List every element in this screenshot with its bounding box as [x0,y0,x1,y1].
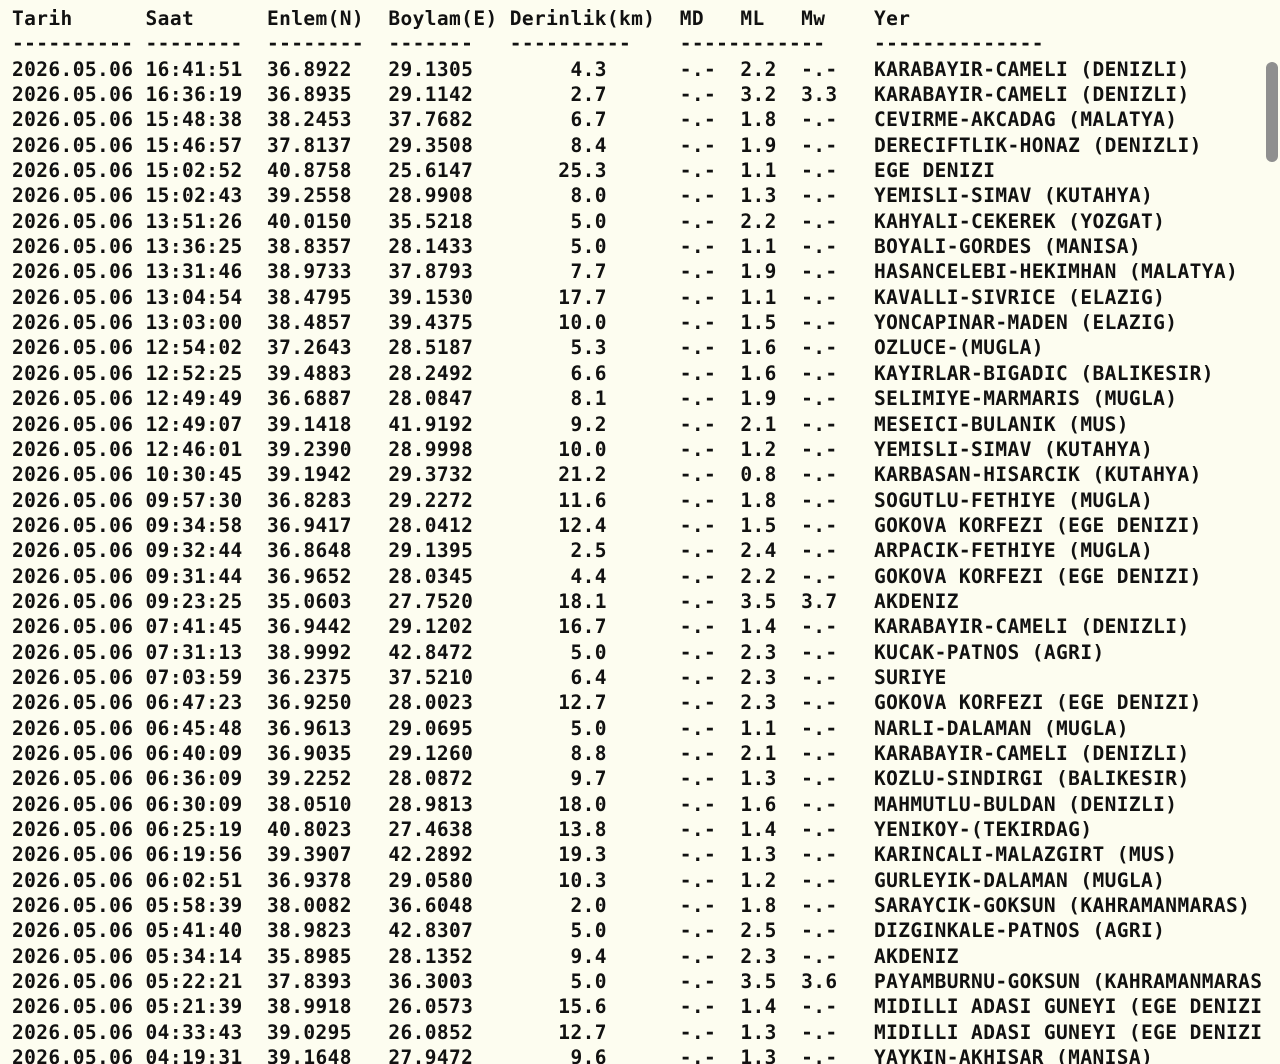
earthquake-row: 2026.05.06 12:54:02 37.2643 28.5187 5.3 … [12,336,1044,360]
earthquake-row: 2026.05.06 09:34:58 36.9417 28.0412 12.4… [12,513,1202,537]
earthquake-row: 2026.05.06 13:51:26 40.0150 35.5218 5.0 … [12,209,1166,233]
earthquake-row: 2026.05.06 15:02:43 39.2558 28.9908 8.0 … [12,184,1154,208]
vertical-scrollbar[interactable] [1262,0,1280,1064]
earthquake-row: 2026.05.06 05:21:39 38.9918 26.0573 15.6… [12,995,1262,1019]
earthquake-row: 2026.05.06 15:02:52 40.8758 25.6147 25.3… [12,159,996,183]
scrollbar-thumb[interactable] [1266,62,1278,162]
earthquake-row: 2026.05.06 15:48:38 38.2453 37.7682 6.7 … [12,108,1178,132]
earthquake-row: 2026.05.06 05:58:39 38.0082 36.6048 2.0 … [12,894,1251,918]
header-separator: ---------- -------- -------- ------- ---… [12,32,1044,56]
earthquake-row: 2026.05.06 06:45:48 36.9613 29.0695 5.0 … [12,716,1129,740]
earthquake-row: 2026.05.06 12:52:25 39.4883 28.2492 6.6 … [12,361,1214,385]
earthquake-row: 2026.05.06 05:41:40 38.9823 42.8307 5.0 … [12,919,1166,943]
earthquake-row: 2026.05.06 15:46:57 37.8137 29.3508 8.4 … [12,133,1202,157]
earthquake-row: 2026.05.06 09:32:44 36.8648 29.1395 2.5 … [12,539,1154,563]
earthquake-list-text: Tarih Saat Enlem(N) Boylam(E) Derinlik(k… [12,6,1262,1064]
earthquake-row: 2026.05.06 13:31:46 38.9733 37.8793 7.7 … [12,260,1239,284]
earthquake-row: 2026.05.06 09:57:30 36.8283 29.2272 11.6… [12,488,1154,512]
earthquake-row: 2026.05.06 13:04:54 38.4795 39.1530 17.7… [12,285,1166,309]
earthquake-row: 2026.05.06 07:41:45 36.9442 29.1202 16.7… [12,615,1190,639]
earthquake-list-page: Tarih Saat Enlem(N) Boylam(E) Derinlik(k… [0,0,1262,1064]
earthquake-row: 2026.05.06 06:36:09 39.2252 28.0872 9.7 … [12,767,1190,791]
earthquake-row: 2026.05.06 12:49:07 39.1418 41.9192 9.2 … [12,412,1129,436]
earthquake-row: 2026.05.06 06:40:09 36.9035 29.1260 8.8 … [12,741,1190,765]
earthquake-row: 2026.05.06 10:30:45 39.1942 29.3732 21.2… [12,463,1202,487]
earthquake-row: 2026.05.06 06:30:09 38.0510 28.9813 18.0… [12,792,1178,816]
earthquake-row: 2026.05.06 05:22:21 37.8393 36.3003 5.0 … [12,970,1262,994]
column-header-row: Tarih Saat Enlem(N) Boylam(E) Derinlik(k… [12,7,911,30]
earthquake-row: 2026.05.06 06:02:51 36.9378 29.0580 10.3… [12,868,1166,892]
earthquake-row: 2026.05.06 09:23:25 35.0603 27.7520 18.1… [12,589,959,613]
earthquake-row: 2026.05.06 07:03:59 36.2375 37.5210 6.4 … [12,665,947,689]
earthquake-row: 2026.05.06 13:03:00 38.4857 39.4375 10.0… [12,311,1178,335]
earthquake-row: 2026.05.06 04:33:43 39.0295 26.0852 12.7… [12,1020,1262,1044]
earthquake-row: 2026.05.06 07:31:13 38.9992 42.8472 5.0 … [12,640,1105,664]
earthquake-row: 2026.05.06 16:41:51 36.8922 29.1305 4.3 … [12,57,1190,81]
earthquake-row: 2026.05.06 12:49:49 36.6887 28.0847 8.1 … [12,387,1178,411]
earthquake-row: 2026.05.06 09:31:44 36.9652 28.0345 4.4 … [12,564,1202,588]
earthquake-row: 2026.05.06 13:36:25 38.8357 28.1433 5.0 … [12,235,1142,259]
earthquake-row: 2026.05.06 06:47:23 36.9250 28.0023 12.7… [12,691,1202,715]
earthquake-row: 2026.05.06 05:34:14 35.8985 28.1352 9.4 … [12,944,959,968]
earthquake-row: 2026.05.06 16:36:19 36.8935 29.1142 2.7 … [12,83,1190,107]
earthquake-row: 2026.05.06 06:25:19 40.8023 27.4638 13.8… [12,818,1093,841]
earthquake-row: 2026.05.06 04:19:31 39.1648 27.9472 9.6 … [12,1046,1154,1064]
earthquake-row: 2026.05.06 06:19:56 39.3907 42.2892 19.3… [12,843,1178,867]
earthquake-row: 2026.05.06 12:46:01 39.2390 28.9998 10.0… [12,437,1154,461]
